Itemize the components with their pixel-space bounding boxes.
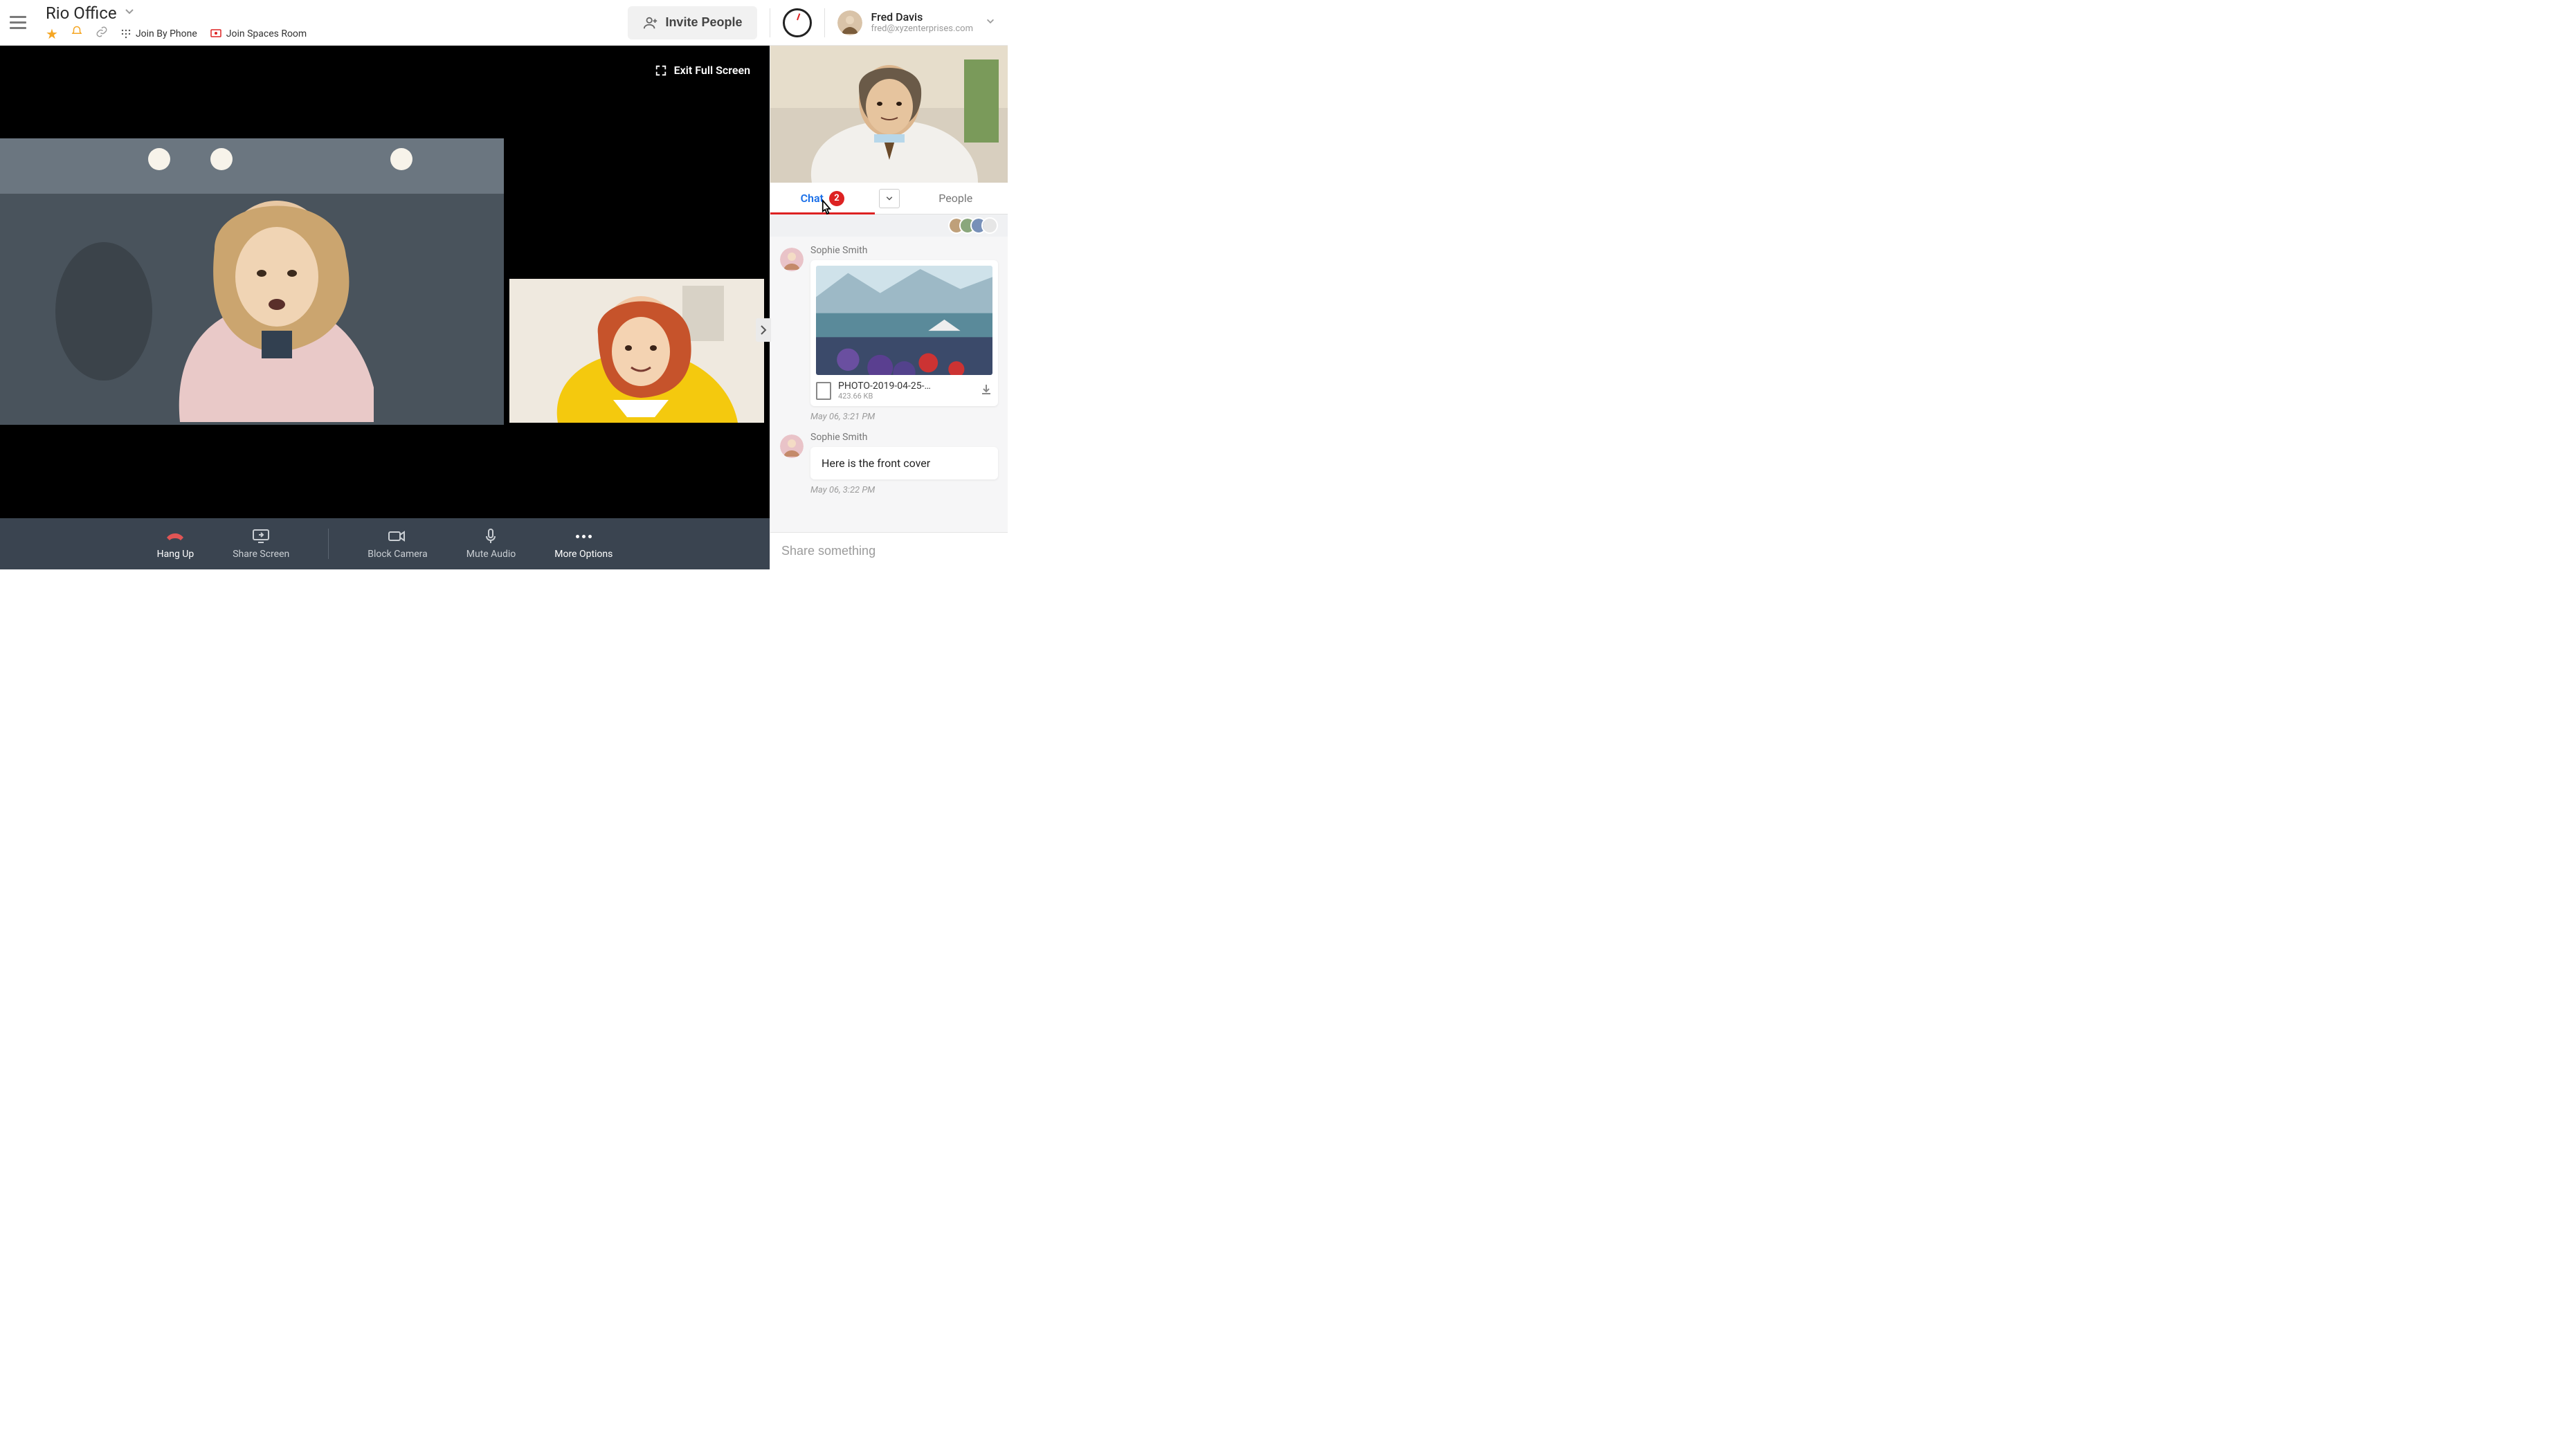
compose-area xyxy=(770,532,1008,569)
participant-video-main[interactable] xyxy=(0,138,504,425)
message-sender: Sophie Smith xyxy=(810,432,998,443)
mini-avatar[interactable] xyxy=(981,217,998,234)
tab-dropdown-button[interactable] xyxy=(879,189,900,208)
avatar xyxy=(780,434,804,458)
block-camera-label: Block Camera xyxy=(368,549,428,560)
user-email: fred@xyzenterprises.com xyxy=(871,24,973,35)
message-timestamp: May 06, 3:22 PM xyxy=(810,485,998,495)
compose-input[interactable] xyxy=(781,544,997,558)
invite-label: Invite People xyxy=(665,15,742,30)
participant-video-pip[interactable] xyxy=(509,279,764,423)
hang-up-button[interactable]: Hang Up xyxy=(157,528,194,560)
chat-messages[interactable]: Sophie Smith xyxy=(770,237,1008,532)
room-title-area: Rio Office ★ Join By Phone Join Spaces R… xyxy=(46,3,307,42)
join-phone-label: Join By Phone xyxy=(136,28,197,39)
user-name: Fred Davis xyxy=(871,10,973,24)
app-header: Rio Office ★ Join By Phone Join Spaces R… xyxy=(0,0,1008,46)
link-icon[interactable] xyxy=(96,26,108,42)
mute-audio-button[interactable]: Mute Audio xyxy=(466,528,516,560)
tab-chat-label: Chat xyxy=(801,192,824,205)
tab-people[interactable]: People xyxy=(904,183,1008,214)
more-icon xyxy=(576,528,592,545)
star-icon[interactable]: ★ xyxy=(46,26,58,42)
next-participant-button[interactable] xyxy=(756,318,771,342)
image-file-icon xyxy=(816,382,831,400)
attachment-card[interactable]: PHOTO-2019-04-25-… 423.66 KB xyxy=(810,260,998,406)
share-screen-label: Share Screen xyxy=(233,549,289,560)
main-area: Exit Full Screen xyxy=(0,46,1008,569)
join-spaces-label: Join Spaces Room xyxy=(226,28,307,39)
join-by-phone-button[interactable]: Join By Phone xyxy=(120,28,197,39)
user-menu[interactable]: Fred Davis fred@xyzenterprises.com xyxy=(837,10,1002,35)
join-spaces-room-button[interactable]: Join Spaces Room xyxy=(210,28,307,40)
spaces-room-icon xyxy=(210,28,222,40)
bell-icon[interactable] xyxy=(71,26,83,42)
side-panel: Chat 2 People xyxy=(770,46,1008,569)
tab-people-label: People xyxy=(938,192,972,205)
more-options-label: More Options xyxy=(554,549,613,560)
avatar xyxy=(837,10,862,35)
camera-icon xyxy=(388,528,407,545)
self-video[interactable] xyxy=(770,46,1008,183)
share-screen-button[interactable]: Share Screen xyxy=(233,528,289,560)
call-controls: Hang Up Share Screen Block Camera Mute A xyxy=(0,518,770,569)
participant-avatars-row xyxy=(770,214,1008,237)
message-timestamp: May 06, 3:21 PM xyxy=(810,412,998,422)
attachment-thumbnail xyxy=(816,266,992,375)
mic-icon xyxy=(484,528,498,545)
download-icon[interactable] xyxy=(980,383,992,399)
phone-down-icon xyxy=(165,528,185,545)
chat-message: Sophie Smith xyxy=(780,245,998,406)
side-tabs: Chat 2 People xyxy=(770,183,1008,214)
collapse-icon xyxy=(655,64,667,77)
more-options-button[interactable]: More Options xyxy=(554,528,613,560)
menu-icon[interactable] xyxy=(6,10,30,35)
attachment-filesize: 423.66 KB xyxy=(838,392,931,401)
video-stage: Exit Full Screen xyxy=(0,46,770,569)
invite-people-button[interactable]: Invite People xyxy=(628,6,757,39)
divider xyxy=(824,8,825,37)
room-title[interactable]: Rio Office xyxy=(46,3,117,23)
dialpad-icon xyxy=(120,28,131,39)
hang-up-label: Hang Up xyxy=(157,549,194,560)
attachment-filename: PHOTO-2019-04-25-… xyxy=(838,381,931,392)
avatar xyxy=(780,248,804,271)
chat-unread-badge: 2 xyxy=(829,191,844,206)
chevron-down-icon xyxy=(885,194,894,203)
tab-chat[interactable]: Chat 2 xyxy=(770,183,875,214)
chat-message: Sophie Smith Here is the front cover xyxy=(780,432,998,479)
person-plus-icon xyxy=(643,15,658,30)
clock-icon[interactable] xyxy=(783,8,812,37)
chevron-right-icon xyxy=(760,325,767,335)
message-sender: Sophie Smith xyxy=(810,245,998,256)
screen-share-icon xyxy=(252,528,270,545)
exit-fullscreen-label: Exit Full Screen xyxy=(674,64,750,77)
exit-fullscreen-button[interactable]: Exit Full Screen xyxy=(644,57,761,84)
chevron-down-icon[interactable] xyxy=(986,16,995,29)
mute-audio-label: Mute Audio xyxy=(466,549,516,560)
block-camera-button[interactable]: Block Camera xyxy=(368,528,428,560)
chevron-down-icon[interactable] xyxy=(124,6,135,20)
message-text: Here is the front cover xyxy=(810,447,998,479)
divider xyxy=(328,529,329,559)
